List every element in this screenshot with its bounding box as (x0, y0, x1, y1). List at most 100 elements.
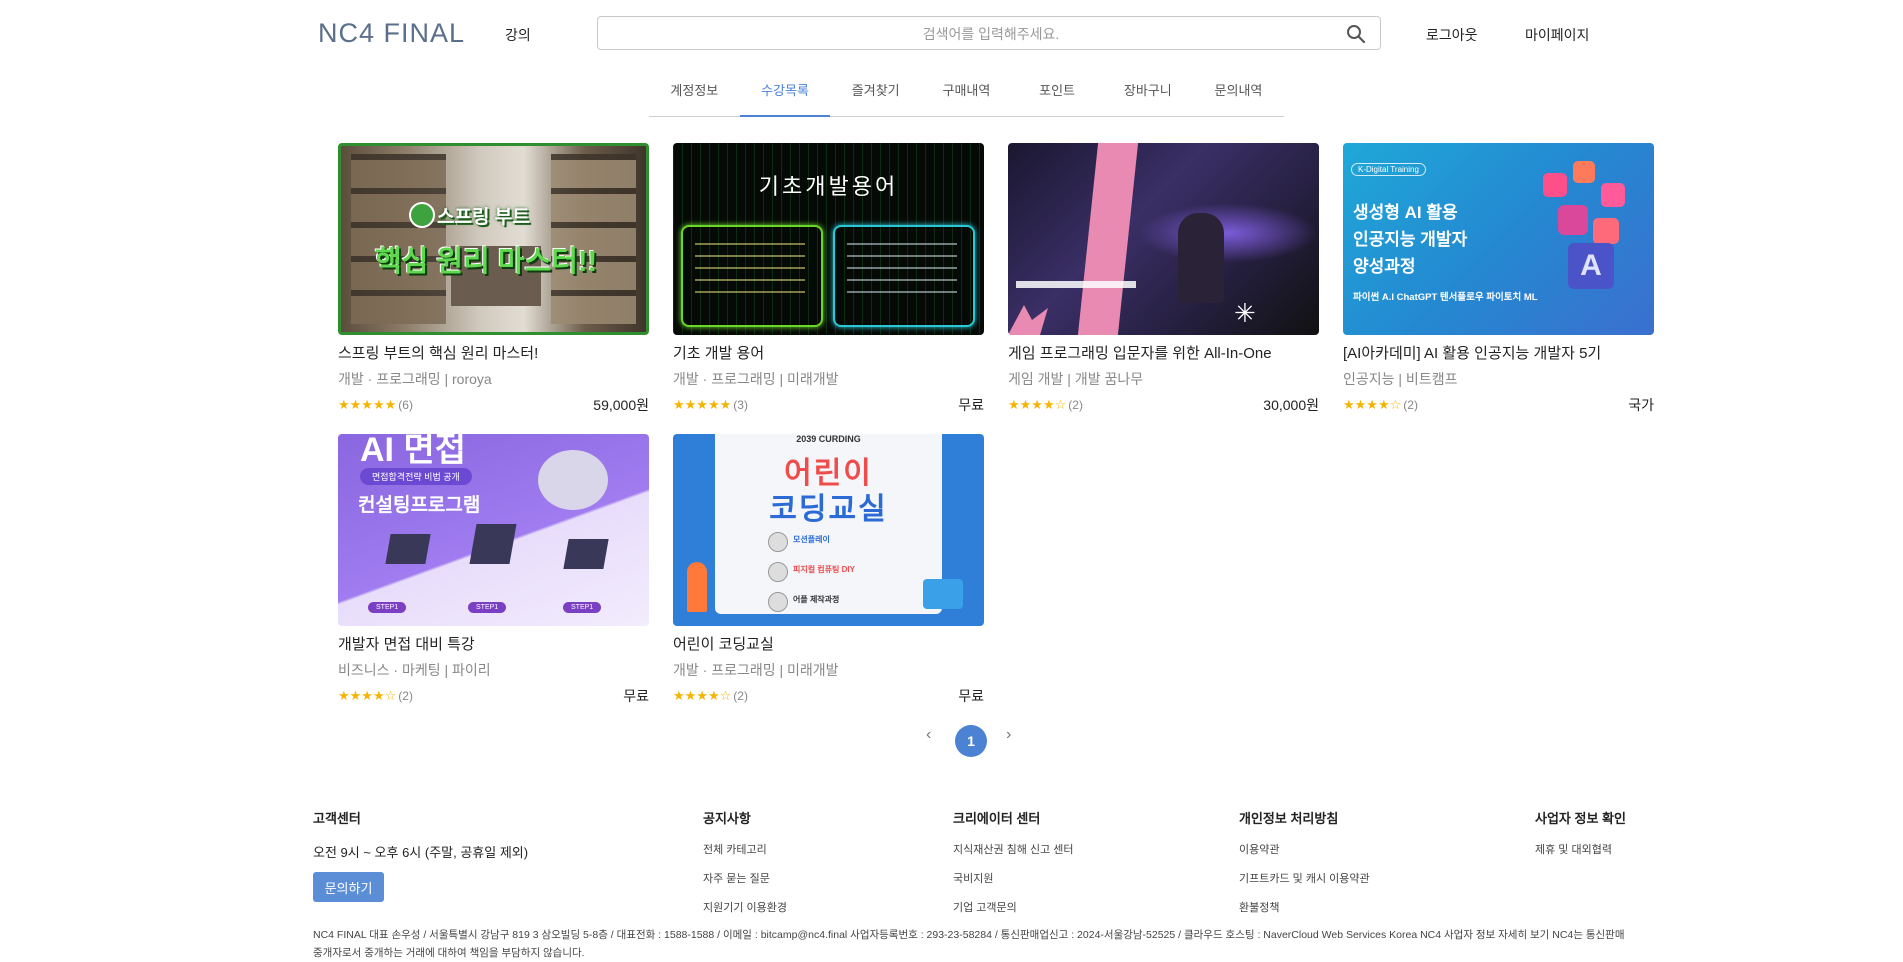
mypage-link[interactable]: 마이페이지 (1525, 25, 1589, 45)
course-price: 국가 (1628, 397, 1654, 413)
course-rating-row: ★★★★★ (6) 59,000원 (338, 395, 649, 415)
rating-stars-icon: ★★★★★ (338, 397, 397, 412)
course-rating-row: ★★★★☆ (2) 국가 (1343, 395, 1654, 415)
course-card[interactable]: ✳ 게임 프로그래밍 입문자를 위한 All-In-One 게임 개발 | 개발… (1008, 143, 1319, 415)
course-title[interactable]: 개발자 면접 대비 특강 (338, 633, 649, 654)
footer-link[interactable]: 이용약관 (1239, 841, 1279, 857)
course-meta: 인공지능 | 비트캠프 (1343, 371, 1458, 387)
rating-stars-icon: ★★★★☆ (1008, 397, 1067, 412)
course-thumbnail[interactable]: 스프링 부트 핵심 원리 마스터!! (338, 143, 649, 335)
course-title[interactable]: 스프링 부트의 핵심 원리 마스터! (338, 342, 649, 363)
tab-courses[interactable]: 수강목록 (739, 76, 831, 117)
footer-privacy-title: 개인정보 처리방침 (1239, 811, 1339, 826)
thumb-line-1: 생성형 AI 활용 (1353, 203, 1458, 222)
course-meta: 비즈니스 · 마케팅 | 파이리 (338, 662, 491, 678)
inquiry-button[interactable]: 문의하기 (313, 872, 384, 902)
course-card[interactable]: K-Digital Training 생성형 AI 활용 인공지능 개발자 양성… (1343, 143, 1654, 415)
footer-link[interactable]: 전체 카테고리 (703, 841, 767, 857)
tab-inquiries[interactable]: 문의내역 (1193, 76, 1284, 116)
rating-stars-icon: ★★★★☆ (338, 688, 397, 703)
tab-points[interactable]: 포인트 (1012, 76, 1103, 116)
course-meta: 게임 개발 | 개발 꿈나무 (1008, 371, 1144, 387)
course-title[interactable]: 기초 개발 용어 (673, 342, 984, 363)
footer-cs-title: 고객센터 (313, 811, 361, 826)
course-thumbnail[interactable]: 2039 CURDING 어린이 코딩교실 모션플레이 피지컬 컴퓨팅 DIY … (673, 434, 984, 626)
course-title[interactable]: 어린이 코딩교실 (673, 633, 984, 654)
course-card[interactable]: AI 면접 면접합격전략 비법 공개 컨설팅프로그램 STEP1 STEP1 S… (338, 434, 649, 706)
course-price: 무료 (958, 397, 984, 413)
footer-biz-title: 사업자 정보 확인 (1535, 811, 1626, 826)
pagination-prev-icon[interactable]: ‹ (926, 726, 931, 744)
rating-stars-icon: ★★★★☆ (1343, 397, 1402, 412)
review-count: (2) (398, 689, 413, 703)
course-thumbnail[interactable]: AI 면접 면접합격전략 비법 공개 컨설팅프로그램 STEP1 STEP1 S… (338, 434, 649, 626)
search-icon[interactable] (1346, 24, 1366, 44)
search-bar (597, 16, 1384, 51)
course-card[interactable]: 2039 CURDING 어린이 코딩교실 모션플레이 피지컬 컴퓨팅 DIY … (673, 434, 984, 706)
thumb-badge: 면접합격전략 비법 공개 (360, 468, 472, 485)
course-price: 무료 (623, 688, 649, 704)
course-title[interactable]: 게임 프로그래밍 입문자를 위한 All-In-One (1008, 342, 1319, 363)
course-rating-row: ★★★★☆ (2) 무료 (338, 686, 649, 706)
course-rating-row: ★★★★☆ (2) 무료 (673, 686, 984, 706)
review-count: (3) (733, 398, 748, 412)
chip-icon (768, 562, 788, 582)
logout-link[interactable]: 로그아웃 (1426, 25, 1478, 45)
nav-lecture-link[interactable]: 강의 (505, 25, 531, 45)
robot-icon (768, 532, 788, 552)
tab-account[interactable]: 계정정보 (649, 76, 740, 116)
course-price: 59,000원 (593, 397, 649, 413)
search-input[interactable] (598, 17, 1384, 51)
tab-purchases[interactable]: 구매내역 (921, 76, 1012, 116)
mypage-tabs: 계정정보 수강목록 즐겨찾기 구매내역 포인트 장바구니 문의내역 (649, 76, 1284, 117)
footer-link[interactable]: 자주 묻는 질문 (703, 870, 770, 886)
review-count: (2) (1068, 398, 1083, 412)
footer-hours: 오전 9시 ~ 오후 6시 (주말, 공휴일 제외) (313, 845, 529, 860)
ai-icon: A (1568, 243, 1614, 289)
step-badge: STEP1 (563, 602, 602, 613)
thumb-top: 2039 CURDING (796, 434, 861, 444)
footer-link[interactable]: 제휴 및 대외협력 (1535, 841, 1612, 857)
pagination-next-icon[interactable]: › (1006, 726, 1011, 744)
course-meta: 개발 · 프로그래밍 | roroya (338, 371, 492, 387)
course-thumbnail[interactable]: K-Digital Training 생성형 AI 활용 인공지능 개발자 양성… (1343, 143, 1654, 335)
step-badge: STEP1 (468, 602, 507, 613)
rating-stars-icon: ★★★★☆ (673, 688, 732, 703)
thumb-text-1: 기초개발용어 (758, 174, 899, 199)
tab-cart[interactable]: 장바구니 (1102, 76, 1193, 116)
course-card[interactable]: 스프링 부트 핵심 원리 마스터!! 스프링 부트의 핵심 원리 마스터! 개발… (338, 143, 649, 415)
thumb-item-2: 피지컬 컴퓨팅 DIY (793, 565, 855, 574)
pagination-current-page[interactable]: 1 (955, 725, 987, 757)
step-badge: STEP1 (368, 602, 407, 613)
tab-favorites[interactable]: 즐겨찾기 (830, 76, 921, 116)
footer-link[interactable]: 기업 고객문의 (953, 899, 1017, 915)
course-meta: 개발 · 프로그래밍 | 미래개발 (673, 662, 839, 678)
thumb-text-1: AI 면접 (360, 434, 467, 469)
review-count: (2) (1403, 398, 1418, 412)
thumb-item-1: 모션플레이 (793, 535, 830, 544)
course-title[interactable]: [AI아카데미] AI 활용 인공지능 개발자 5기 (1343, 342, 1654, 363)
phone-icon (768, 592, 788, 612)
course-price: 30,000원 (1263, 397, 1319, 413)
sparkle-icon: ✳ (1234, 298, 1256, 328)
footer-link[interactable]: 환불정책 (1239, 899, 1279, 915)
thumb-sub: 파이썬 A.I ChatGPT 텐서플로우 파이토치 ML (1353, 292, 1538, 303)
thumb-line-2: 인공지능 개발자 (1353, 230, 1468, 249)
thumb-text-2: 컨설팅프로그램 (358, 495, 481, 516)
course-thumbnail[interactable]: 기초개발용어 (673, 143, 984, 335)
footer-link[interactable]: 지원기기 이용환경 (703, 899, 787, 915)
footer-link[interactable]: 국비지원 (953, 870, 993, 886)
course-thumbnail[interactable]: ✳ (1008, 143, 1319, 335)
course-price: 무료 (958, 688, 984, 704)
thumb-line-3: 양성과정 (1353, 257, 1416, 276)
footer-notice-title: 공지사항 (703, 811, 751, 826)
course-card[interactable]: 기초개발용어 기초 개발 용어 개발 · 프로그래밍 | 미래개발 ★★★★★(… (673, 143, 984, 415)
footer-link[interactable]: 기프트카드 및 캐시 이용약관 (1239, 870, 1370, 886)
thumb-text-2: 코딩교실 (769, 493, 888, 526)
spring-leaf-icon (409, 202, 435, 228)
thumb-text-2: 핵심 원리 마스터!! (375, 246, 598, 278)
review-count: (2) (733, 689, 748, 703)
site-logo[interactable]: NC4 FINAL (318, 18, 465, 49)
footer-link[interactable]: 지식재산권 침해 신고 센터 (953, 841, 1074, 857)
footer-company-info: NC4 FINAL 대표 손우성 / 서울특별시 강남구 819 3 삼오빌딩 … (313, 929, 1625, 959)
